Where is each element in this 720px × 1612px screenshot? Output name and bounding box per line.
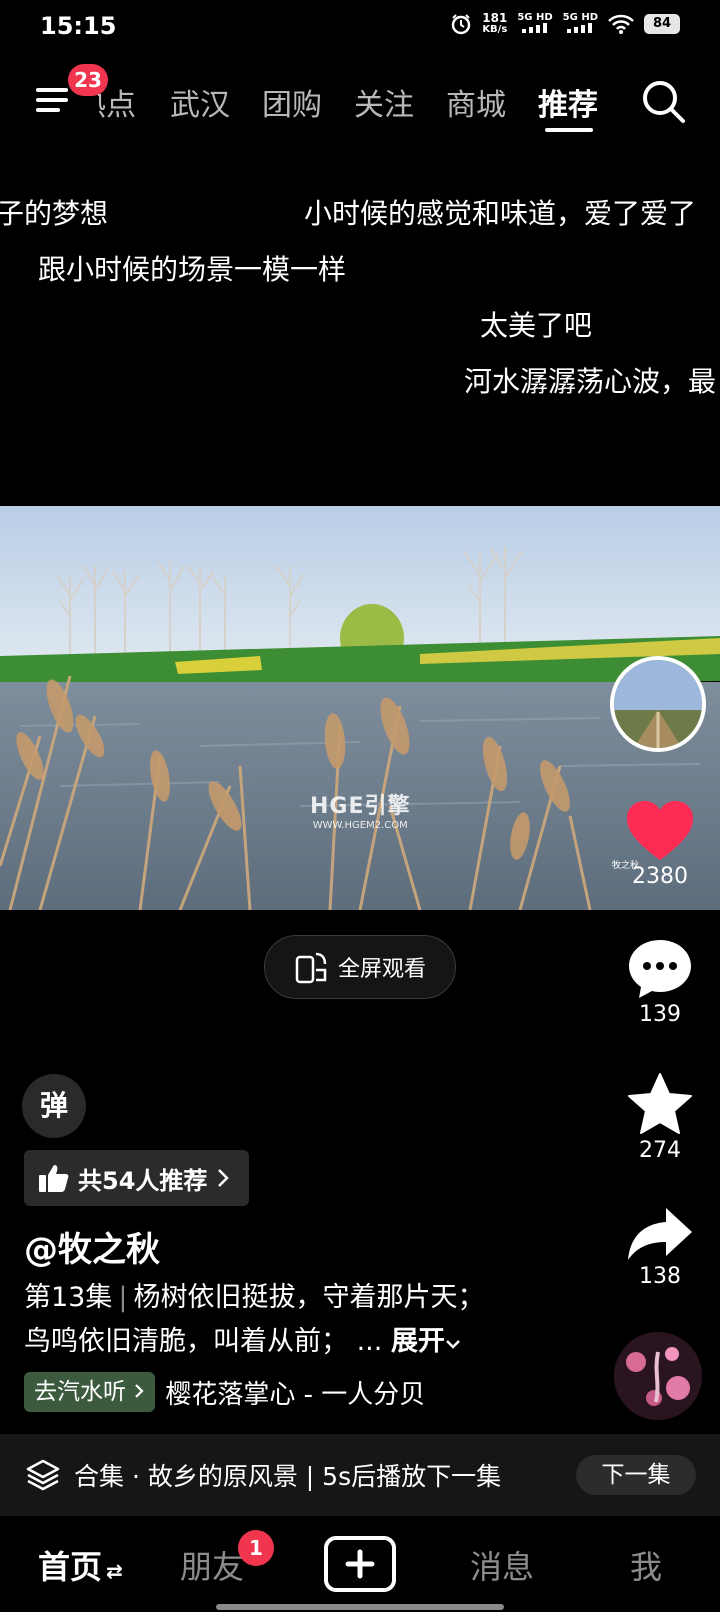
swap-icon: ⇄	[106, 1559, 123, 1583]
watermark-url: WWW.HGEM2.COM	[312, 820, 408, 831]
avatar-image	[614, 660, 702, 748]
wifi-icon	[608, 14, 634, 34]
tab-hot-clip[interactable]: 热点	[98, 80, 142, 120]
favorite-count: 274	[639, 1138, 681, 1163]
tab-hot[interactable]: 热点	[98, 80, 136, 120]
tab-friends[interactable]: 朋友	[180, 1542, 244, 1588]
share-icon	[628, 1208, 692, 1260]
tab-recommend[interactable]: 推荐	[538, 80, 598, 124]
listen-chip-label: 去汽水听	[34, 1379, 126, 1405]
active-tab-indicator	[545, 128, 593, 132]
menu-icon	[36, 88, 68, 92]
menu-button[interactable]	[34, 82, 74, 118]
expand-button[interactable]: 展开	[391, 1326, 445, 1357]
create-button[interactable]	[324, 1536, 396, 1592]
share-button[interactable]: 138	[614, 1206, 706, 1289]
menu-icon-bar	[36, 108, 60, 112]
thumbs-up-icon	[39, 1165, 69, 1192]
chevron-right-icon	[218, 1169, 230, 1187]
tab-wuhan[interactable]: 武汉	[170, 80, 230, 124]
music-title[interactable]: 樱花落掌心 - 一人分贝	[165, 1374, 425, 1411]
tab-mall[interactable]: 商城	[446, 80, 506, 124]
danmaku-comment: 小时候的感觉和味道，爱了爱了	[304, 197, 697, 230]
status-bar: 15:15 181 KB/s 5G HD 5G HD 84	[0, 0, 720, 56]
watermark-title: HGE引擎	[310, 794, 411, 819]
author-name[interactable]: @牧之秋	[24, 1222, 160, 1271]
description-ellipsis: ...	[356, 1326, 383, 1357]
collection-bar[interactable]: 合集 · 故乡的原风景 | 5s后播放下一集 下一集	[0, 1434, 720, 1516]
menu-icon-bar	[36, 98, 68, 102]
rotate-phone-icon	[295, 952, 327, 984]
tab-home-label: 首页	[38, 1548, 103, 1586]
chevron-down-icon	[446, 1340, 460, 1349]
video-description[interactable]: 第13集 | 杨树依旧挺拔，守着那片天； 鸟鸣依旧清脆，叫着从前； ... 展开	[24, 1276, 524, 1364]
tab-messages[interactable]: 消息	[470, 1542, 534, 1588]
star-icon	[628, 1073, 692, 1134]
plus-icon	[345, 1549, 375, 1579]
signal-1: 5G HD	[517, 12, 553, 36]
danmaku-comment: 河水潺潺荡心波，最	[464, 365, 717, 398]
status-time: 15:15	[40, 12, 117, 40]
author-avatar[interactable]	[610, 656, 706, 752]
friends-badge: 1	[238, 1530, 274, 1566]
tab-following[interactable]: 关注	[354, 80, 414, 124]
alarm-icon	[452, 14, 471, 35]
description-text-2: 鸟鸣依旧清脆，叫着从前；	[24, 1326, 348, 1357]
heart-icon	[627, 801, 693, 860]
fullscreen-label: 全屏观看	[337, 957, 426, 982]
chevron-right-icon	[135, 1384, 144, 1398]
signal-1-label: 5G HD	[517, 12, 553, 23]
danmaku-comment: 跟小时候的场景一模一样	[38, 253, 347, 286]
signal-2-label: 5G HD	[562, 12, 598, 23]
description-line-2: 鸟鸣依旧清脆，叫着从前； ... 展开	[24, 1320, 524, 1364]
fullscreen-button[interactable]: 全屏观看	[264, 935, 456, 999]
tab-home[interactable]: 首页 ⇄	[38, 1542, 123, 1588]
danmaku-toggle-button[interactable]: 弹	[22, 1074, 86, 1138]
comment-count: 139	[639, 1002, 681, 1027]
speed-unit: KB/s	[482, 24, 508, 35]
like-button[interactable]: 2380	[614, 800, 706, 889]
favorite-button[interactable]: 274	[614, 1072, 706, 1163]
share-count: 138	[639, 1264, 681, 1289]
description-text-1: 杨树依旧挺拔，守着那片天；	[133, 1282, 485, 1313]
episode-label: 第13集	[24, 1282, 113, 1313]
layers-icon	[26, 1459, 60, 1491]
danmaku-comment: 子的梦想	[0, 197, 109, 230]
search-icon[interactable]	[640, 78, 688, 126]
home-indicator[interactable]	[216, 1604, 504, 1610]
comment-icon	[629, 940, 691, 998]
music-disc[interactable]	[614, 1332, 702, 1420]
comment-button[interactable]: 139	[614, 938, 706, 1027]
signal-bars-icon	[522, 23, 547, 33]
bottom-nav: 首页 ⇄ 朋友 1 消息 我	[0, 1516, 720, 1612]
episode-divider: |	[118, 1282, 128, 1313]
description-line-1: 第13集 | 杨树依旧挺拔，守着那片天；	[24, 1276, 524, 1320]
status-icons: 181 KB/s 5G HD 5G HD 84	[450, 12, 680, 36]
battery-icon: 84	[644, 14, 680, 34]
collection-label: 合集 · 故乡的原风景 | 5s后播放下一集	[74, 1462, 502, 1491]
next-episode-button[interactable]: 下一集	[576, 1455, 696, 1495]
signal-2: 5G HD	[563, 12, 598, 36]
danmaku-comment: 太美了吧	[480, 309, 593, 342]
network-speed: 181 KB/s	[482, 12, 507, 36]
music-cover-image	[614, 1332, 702, 1420]
tab-group-buy[interactable]: 团购	[262, 80, 322, 124]
music-row: 去汽水听 樱花落掌心 - 一人分贝	[24, 1372, 425, 1412]
recommend-label: 共54人推荐	[78, 1166, 208, 1195]
recommend-chip[interactable]: 共54人推荐	[24, 1150, 250, 1206]
top-nav: 23 热点 武汉 团购 关注 商城 推荐	[0, 60, 720, 140]
speed-value: 181	[482, 11, 508, 25]
signal-bars-icon	[567, 23, 593, 33]
listen-on-qishui-button[interactable]: 去汽水听	[24, 1372, 156, 1412]
like-author-label: 牧之秋	[612, 861, 640, 871]
tab-me[interactable]: 我	[630, 1542, 662, 1588]
video-watermark: HGE引擎 WWW.HGEM2.COM	[310, 788, 411, 831]
